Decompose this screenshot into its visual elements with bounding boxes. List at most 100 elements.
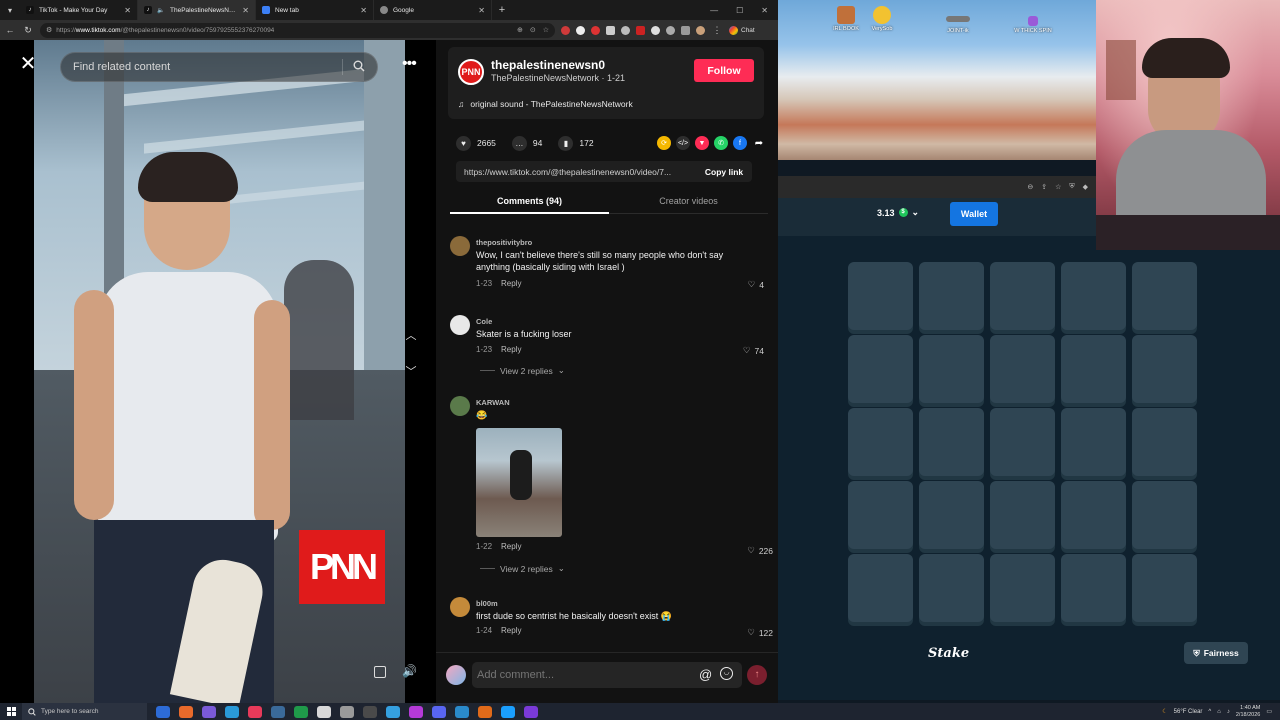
wallet-button[interactable]: Wallet [950,202,998,226]
comment-like-button[interactable]: ♡ 74 [743,345,764,356]
commenter-name[interactable]: KARWAN [476,398,510,407]
taskbar-app-icon[interactable] [156,705,170,718]
tab-google[interactable]: Google ✕ [374,0,492,20]
taskbar-app-icon[interactable] [386,705,400,718]
extension-icon[interactable] [621,25,630,35]
close-icon[interactable]: ✕ [17,53,39,75]
menu-dots-icon[interactable]: ⋮ [711,24,723,36]
site-info-icon[interactable]: ⚙ [46,26,52,34]
mine-tile[interactable] [990,262,1055,330]
tab-close-icon[interactable]: ✕ [360,6,367,15]
desktop-icon-w-thick-spin[interactable]: W THICK SPIN [1010,16,1056,34]
reply-button[interactable]: Reply [501,345,521,354]
fairness-button[interactable]: ⛨ Fairness [1184,642,1248,664]
taskbar-app-icon[interactable] [248,705,262,718]
taskbar-app-icon[interactable] [363,705,377,718]
commenter-name[interactable]: bl00m [476,599,498,608]
mention-icon[interactable]: @ [699,667,712,682]
mine-tile[interactable] [848,262,913,330]
taskbar-app-icon[interactable] [478,705,492,718]
commenter-avatar[interactable] [450,396,470,416]
taskbar-app-icon[interactable] [524,705,538,718]
extension-icon[interactable]: ⛨ [1069,183,1074,191]
profile-avatar[interactable] [696,25,705,35]
bookmark-star-icon[interactable]: ☆ [543,26,549,34]
extension-icon[interactable] [561,25,570,35]
next-video-icon[interactable]: ﹀ [401,362,421,382]
comment-like-button[interactable]: ♡ 4 [748,279,764,290]
extension-icon[interactable] [606,25,615,35]
mine-tile[interactable] [1061,554,1126,622]
desktop-icon-joint[interactable]: JOINT-ik [935,16,981,34]
taskbar-app-icon[interactable] [271,705,285,718]
tab-new-tab[interactable]: New tab ✕ [256,0,374,20]
tray-chevron-icon[interactable]: ^ [1208,709,1211,715]
bookmark-star-icon[interactable]: ☆ [1055,183,1061,191]
mine-tile[interactable] [990,554,1055,622]
taskbar-app-icon[interactable] [179,705,193,718]
mine-tile[interactable] [848,554,913,622]
author-handle[interactable]: thepalestinenewsn0 [491,58,605,72]
mine-tile[interactable] [1132,335,1197,403]
commenter-name[interactable]: thepositivitybro [476,238,532,247]
volume-icon[interactable]: ♪ [1227,709,1230,715]
mine-tile[interactable] [1132,262,1197,330]
extension-icon[interactable] [576,25,585,35]
follow-button[interactable]: Follow [694,59,754,82]
reply-button[interactable]: Reply [501,279,521,288]
picture-in-picture-icon[interactable] [374,666,386,678]
network-icon[interactable]: ⌂ [1217,709,1221,715]
back-icon[interactable]: ← [4,24,16,36]
weather-icon[interactable]: ☾ [1162,708,1167,715]
like-button[interactable]: ♥ 2665 [456,135,496,151]
extension-icon[interactable] [636,25,645,35]
embed-icon[interactable]: </> [676,136,690,150]
related-search-input[interactable]: Find related content [60,52,378,82]
notification-icon[interactable]: ▭ [1266,708,1272,715]
reply-button[interactable]: Reply [501,542,521,551]
commenter-avatar[interactable] [450,315,470,335]
mine-tile[interactable] [919,481,984,549]
extension-icon[interactable] [666,25,675,35]
mine-tile[interactable] [1132,408,1197,476]
extension-icon[interactable]: ◆ [1083,183,1088,191]
start-button[interactable] [0,703,22,720]
taskbar-search[interactable]: Type here to search [22,703,147,720]
tab-close-icon[interactable]: ✕ [478,6,485,15]
new-tab-button[interactable]: + [492,4,512,16]
commenter-name[interactable]: Cole [476,317,492,326]
search-icon[interactable] [353,60,365,75]
mine-tile[interactable] [1132,554,1197,622]
balance-selector[interactable]: 3.13 $ ⌄ [877,207,919,218]
facebook-icon[interactable]: f [733,136,747,150]
zoom-icon[interactable]: ⊖ [1027,183,1033,191]
tab-palestine-news[interactable]: ♪ 🔈 ThePalestineNewsNetwork (@ ✕ [138,0,256,20]
mine-tile[interactable] [919,335,984,403]
desktop-icon-verysob[interactable]: VerySob [859,6,905,32]
comment-image[interactable] [476,428,562,537]
video-link[interactable]: https://www.tiktok.com/@thepalestinenews… [464,167,696,177]
mine-tile[interactable] [1061,335,1126,403]
minimize-icon[interactable]: — [710,6,718,15]
video-player[interactable]: PNN [34,40,405,703]
reply-button[interactable]: Reply [501,626,521,635]
more-options-icon[interactable]: ••• [402,55,417,73]
audio-playing-icon[interactable]: 🔈 [157,6,165,14]
reload-icon[interactable]: ↻ [22,24,34,36]
sound-link[interactable]: ♫ original sound - ThePalestineNewsNetwor… [458,99,633,109]
mine-tile[interactable] [990,481,1055,549]
tab-comments[interactable]: Comments (94) [450,190,609,214]
previous-video-icon[interactable]: ︿ [401,326,421,346]
address-bar[interactable]: ⚙ https://www.tiktok.com/@thepalestinene… [40,22,555,38]
clock[interactable]: 1:40 AM 2/18/2026 [1236,705,1260,719]
mine-tile[interactable] [919,408,984,476]
repost-icon[interactable]: ⟳ [657,136,671,150]
taskbar-app-icon[interactable] [340,705,354,718]
side-panel-icon[interactable] [681,25,690,35]
tab-search-icon[interactable]: ▾ [0,0,20,20]
share-icon[interactable]: ⇪ [1041,183,1047,191]
taskbar-app-icon[interactable] [202,705,216,718]
weather-text[interactable]: 56°F Clear [1174,709,1203,715]
tab-creator-videos[interactable]: Creator videos [609,190,768,213]
mine-tile[interactable] [919,554,984,622]
